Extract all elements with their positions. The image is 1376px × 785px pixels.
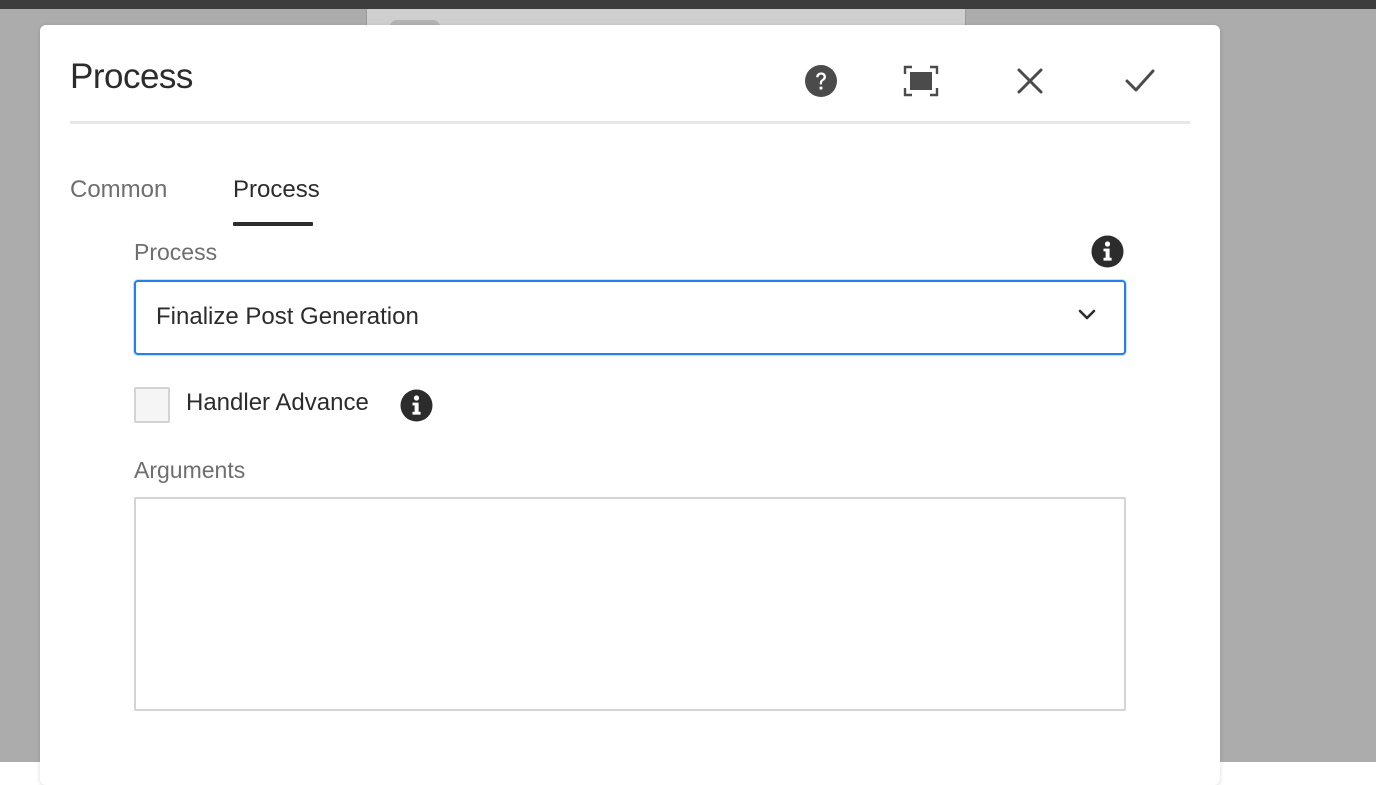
close-button[interactable]	[1010, 61, 1050, 101]
dialog-title: Process	[70, 57, 193, 96]
process-field-label: Process	[134, 239, 218, 265]
arguments-field-label: Arguments	[134, 457, 246, 483]
process-dialog: Process Common Process Process Finalize …	[40, 25, 1220, 785]
tab-common[interactable]: Common	[70, 175, 167, 205]
handler-advance-label: Handler Advance	[186, 389, 369, 416]
done-button[interactable]	[1120, 61, 1160, 101]
process-select-value: Finalize Post Generation	[156, 303, 419, 330]
title-divider	[70, 121, 1190, 124]
chevron-down-icon	[1078, 308, 1096, 326]
help-icon	[804, 64, 838, 98]
help-button[interactable]	[801, 61, 841, 101]
fullscreen-button[interactable]	[901, 61, 941, 101]
arguments-textarea[interactable]	[134, 497, 1126, 711]
info-icon[interactable]	[400, 389, 433, 422]
active-tab-indicator	[233, 222, 313, 226]
process-select[interactable]: Finalize Post Generation	[134, 280, 1126, 355]
tab-process[interactable]: Process	[233, 175, 320, 205]
checkmark-icon	[1125, 68, 1155, 94]
fullscreen-icon	[903, 65, 939, 97]
handler-advance-checkbox[interactable]	[134, 387, 170, 423]
close-icon	[1016, 67, 1044, 95]
info-icon[interactable]	[1091, 235, 1124, 268]
app-top-bar	[0, 0, 1376, 9]
